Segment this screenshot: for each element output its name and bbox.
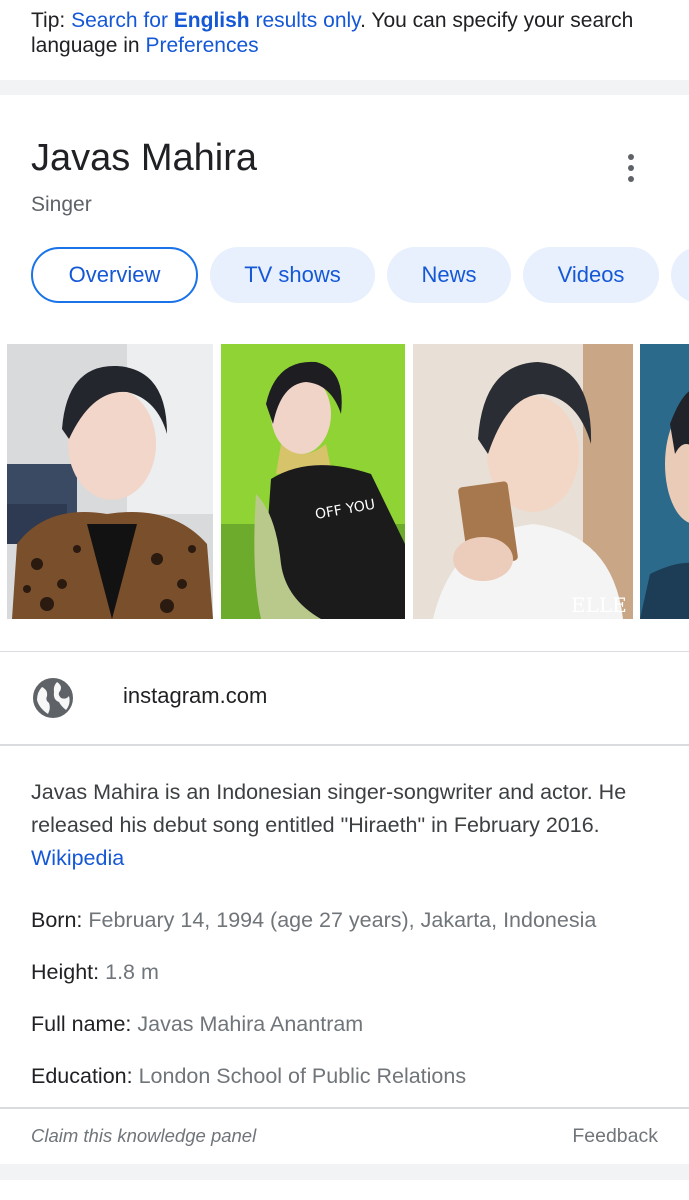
tab-news[interactable]: News xyxy=(387,247,511,303)
panel-title: Javas Mahira xyxy=(31,137,257,179)
fact-born: Born: February 14, 1994 (age 27 years), … xyxy=(31,905,596,935)
more-options-button[interactable] xyxy=(616,150,646,186)
person-photo[interactable]: ELLE xyxy=(413,344,633,619)
tab-videos[interactable]: Videos xyxy=(523,247,659,303)
claim-panel-link[interactable]: Claim this knowledge panel xyxy=(31,1125,256,1147)
photo-illustration: OFF YOU xyxy=(221,344,405,619)
website-link-row[interactable]: instagram.com xyxy=(0,652,689,744)
fact-height: Height: 1.8 m xyxy=(31,957,159,987)
website-label: instagram.com xyxy=(123,683,268,708)
tab-tv-shows[interactable]: TV shows xyxy=(210,247,375,303)
section-separator xyxy=(0,80,689,95)
image-carousel: OFF YOU ELLE xyxy=(0,344,689,619)
fact-label: Born: xyxy=(31,908,83,932)
photo-illustration: ELLE xyxy=(413,344,633,619)
divider xyxy=(0,1107,689,1109)
search-english-only-link[interactable]: Search for English results only xyxy=(71,9,360,32)
person-photo[interactable]: OFF YOU xyxy=(221,344,405,619)
fact-value[interactable]: February 14, 1994 (age 27 years), Jakart… xyxy=(88,908,596,932)
panel-tabs: Overview TV shows News Videos xyxy=(0,247,689,304)
preferences-link[interactable]: Preferences xyxy=(145,34,258,57)
fact-label: Education: xyxy=(31,1064,133,1088)
feedback-button[interactable]: Feedback xyxy=(572,1125,658,1148)
photo-illustration xyxy=(640,344,689,619)
person-photo-partial[interactable] xyxy=(640,344,689,619)
tab-more-clipped[interactable] xyxy=(671,247,689,303)
fact-value: Javas Mahira Anantram xyxy=(137,1012,364,1036)
panel-subtitle: Singer xyxy=(31,193,92,216)
wikipedia-link[interactable]: Wikipedia xyxy=(31,846,124,870)
fact-full-name: Full name: Javas Mahira Anantram xyxy=(31,1009,363,1039)
tab-overview[interactable]: Overview xyxy=(31,247,198,303)
description-text: Javas Mahira is an Indonesian singer-son… xyxy=(31,780,627,837)
photo-illustration xyxy=(7,344,213,619)
globe-icon xyxy=(33,678,73,718)
fact-label: Height: xyxy=(31,960,100,984)
fact-label: Full name: xyxy=(31,1012,132,1036)
person-photo[interactable] xyxy=(7,344,213,619)
fact-education: Education: London School of Public Relat… xyxy=(31,1061,466,1091)
fact-value[interactable]: London School of Public Relations xyxy=(139,1064,467,1088)
more-options-icon xyxy=(628,154,634,160)
fact-value: 1.8 m xyxy=(105,960,159,984)
section-separator xyxy=(0,1164,689,1180)
search-language-tip: Tip: Search for English results only. Yo… xyxy=(0,0,689,80)
divider xyxy=(0,744,689,746)
tip-prefix: Tip: xyxy=(31,9,72,32)
description: Javas Mahira is an Indonesian singer-son… xyxy=(31,776,661,875)
image-watermark: ELLE xyxy=(571,593,627,617)
